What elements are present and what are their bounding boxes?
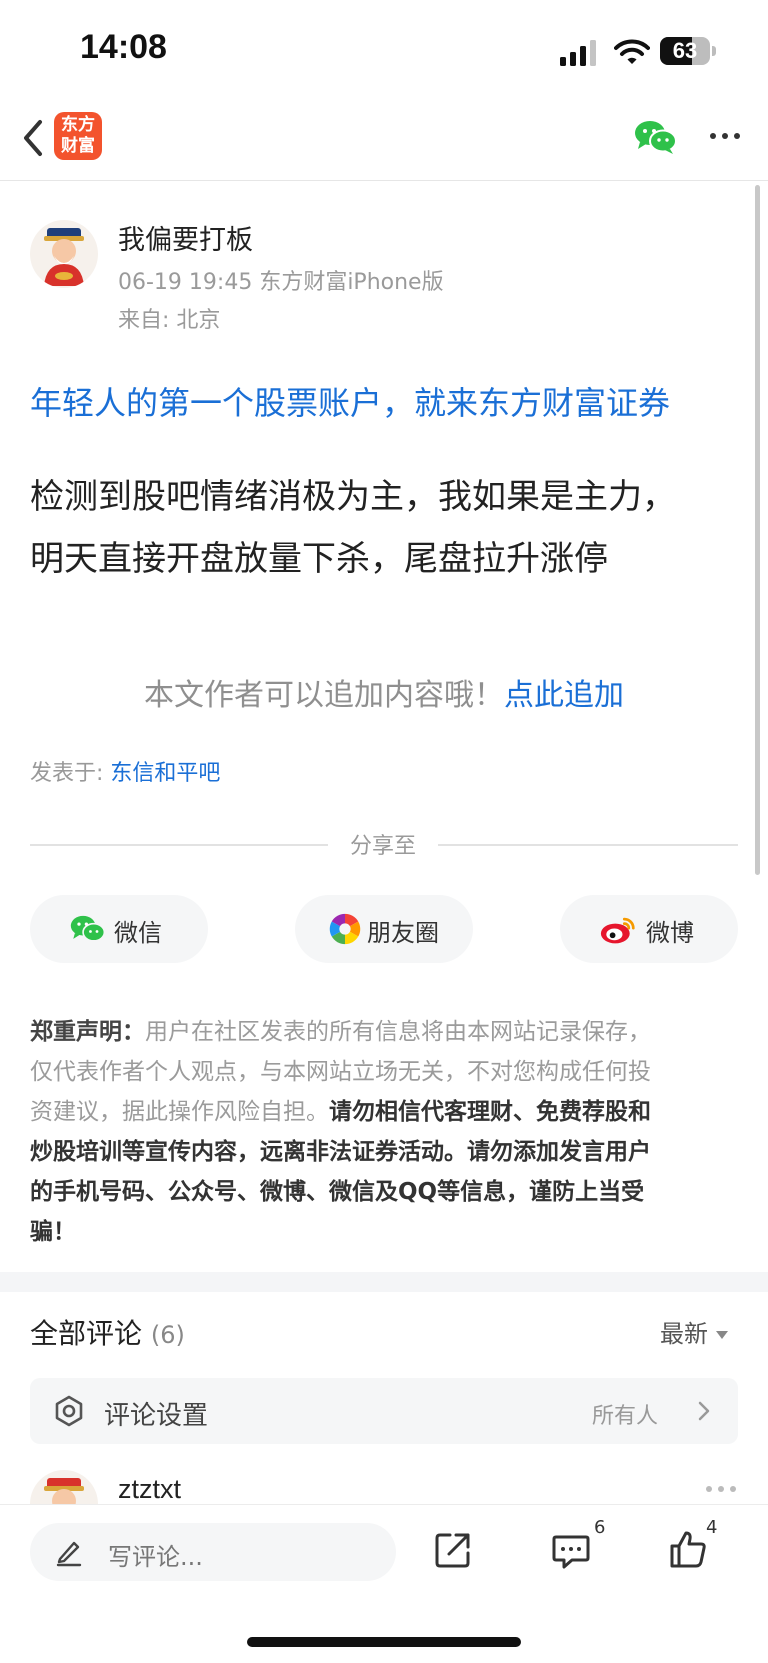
- comments-title-label: 全部评论: [30, 1317, 143, 1350]
- fortune-god-avatar-icon: [44, 228, 84, 286]
- more-icon[interactable]: [708, 124, 742, 148]
- comments-title: 全部评论 (6): [30, 1312, 185, 1352]
- posted-in-label: 发表于:: [30, 761, 111, 786]
- share-wechat-button[interactable]: 微信: [30, 895, 208, 963]
- like-count-badge: 4: [706, 1517, 718, 1538]
- pen-icon: [56, 1541, 82, 1567]
- post-body-line: 检测到股吧情绪消极为主，我如果是主力，: [30, 477, 676, 517]
- divider: [30, 844, 328, 846]
- caret-down-icon: [716, 1331, 728, 1339]
- post-detail-screen: 14:08 63 东方 财富 我偏要打板 06-19 19:45 东方财富iPh…: [0, 0, 768, 1663]
- cellular-signal-icon: [560, 40, 596, 66]
- post-body-line: 明天直接开盘放量下杀，尾盘拉升涨停: [30, 539, 608, 579]
- logo-line-2: 财富: [61, 136, 95, 156]
- disclaimer-warning: 炒股培训等宣传内容，远离非法证券活动。请勿添加发言用户: [30, 1139, 651, 1165]
- disclaimer-warning: 骗！: [30, 1219, 76, 1245]
- section-divider: [0, 1272, 768, 1292]
- share-label: 分享至: [349, 834, 416, 859]
- back-icon[interactable]: [18, 116, 48, 160]
- disclaimer-text: 仅代表作者个人观点，与本网站立场无关，不对您构成任何投: [30, 1059, 651, 1085]
- share-moments-label: 朋友圈: [367, 919, 439, 947]
- status-time: 14:08: [80, 28, 167, 66]
- nav-bar: 东方 财富: [0, 100, 768, 181]
- disclaimer-text: 资建议，据此操作风险自担。: [30, 1099, 329, 1125]
- post-location: 来自: 北京: [118, 308, 221, 333]
- disclaimer-warning: 请勿相信代客理财、免费荐股和: [329, 1099, 651, 1125]
- disclaimer-warning: 的手机号码、公众号、微博、微信及QQ等信息，谨防上当受: [30, 1179, 645, 1205]
- comment-input-placeholder: 写评论...: [108, 1543, 203, 1571]
- promo-link[interactable]: 年轻人的第一个股票账户，就来东方财富证券: [30, 378, 670, 424]
- home-indicator: [247, 1637, 521, 1647]
- post-body: 检测到股吧情绪消极为主，我如果是主力， 明天直接开盘放量下杀，尾盘拉升涨停: [30, 466, 730, 590]
- bottom-action-bar: 写评论... 6 4: [0, 1504, 768, 1663]
- commenter-name[interactable]: ztztxt: [118, 1474, 181, 1505]
- append-prompt: 本文作者可以追加内容哦！: [144, 678, 504, 713]
- disclaimer-text: 用户在社区发表的所有信息将由本网站记录保存，: [145, 1019, 651, 1045]
- battery-icon: 63: [660, 37, 716, 65]
- disclaimer: 郑重声明：用户在社区发表的所有信息将由本网站记录保存， 仅代表作者个人观点，与本…: [30, 1012, 742, 1252]
- status-bar: 14:08 63: [0, 0, 768, 100]
- author-name[interactable]: 我偏要打板: [118, 218, 253, 257]
- append-row: 本文作者可以追加内容哦！点此追加: [0, 670, 768, 714]
- scroll-indicator[interactable]: [755, 185, 760, 875]
- gear-icon: [55, 1395, 83, 1427]
- logo-line-1: 东方: [61, 115, 95, 135]
- divider: [438, 844, 738, 846]
- share-icon[interactable]: [434, 1531, 472, 1569]
- sort-dropdown[interactable]: 最新: [660, 1314, 728, 1349]
- comment-input[interactable]: 写评论...: [30, 1523, 396, 1581]
- post-meta: 06-19 19:45 东方财富iPhone版: [118, 270, 444, 295]
- battery-level: 63: [672, 38, 698, 63]
- chevron-right-icon: [698, 1401, 710, 1421]
- comment-more-icon[interactable]: [704, 1484, 738, 1494]
- wechat-icon: [70, 915, 106, 942]
- posted-in-bar-link[interactable]: 东信和平吧: [110, 761, 220, 786]
- author-avatar[interactable]: [30, 220, 98, 288]
- disclaimer-title: 郑重声明：: [30, 1019, 145, 1045]
- append-link[interactable]: 点此追加: [504, 678, 624, 713]
- moments-icon: [329, 913, 361, 945]
- comment-count-badge: 6: [594, 1517, 606, 1538]
- comment-settings-label: 评论设置: [104, 1401, 209, 1431]
- comment-settings-row[interactable]: 评论设置 所有人: [30, 1378, 738, 1444]
- share-weibo-label: 微博: [646, 919, 694, 947]
- comment-settings-value: 所有人: [592, 1404, 659, 1429]
- eastmoney-logo[interactable]: 东方 财富: [54, 112, 102, 160]
- sort-label: 最新: [660, 1320, 708, 1348]
- share-moments-button[interactable]: 朋友圈: [295, 895, 473, 963]
- thumbs-up-icon[interactable]: [668, 1529, 708, 1569]
- share-weibo-button[interactable]: 微博: [560, 895, 738, 963]
- comments-count: (6): [150, 1321, 185, 1349]
- wechat-icon[interactable]: [634, 118, 678, 156]
- weibo-icon: [600, 917, 635, 944]
- share-wechat-label: 微信: [114, 919, 162, 947]
- posted-in: 发表于: 东信和平吧: [30, 755, 220, 787]
- wifi-icon: [614, 39, 650, 64]
- comment-icon[interactable]: [552, 1533, 590, 1569]
